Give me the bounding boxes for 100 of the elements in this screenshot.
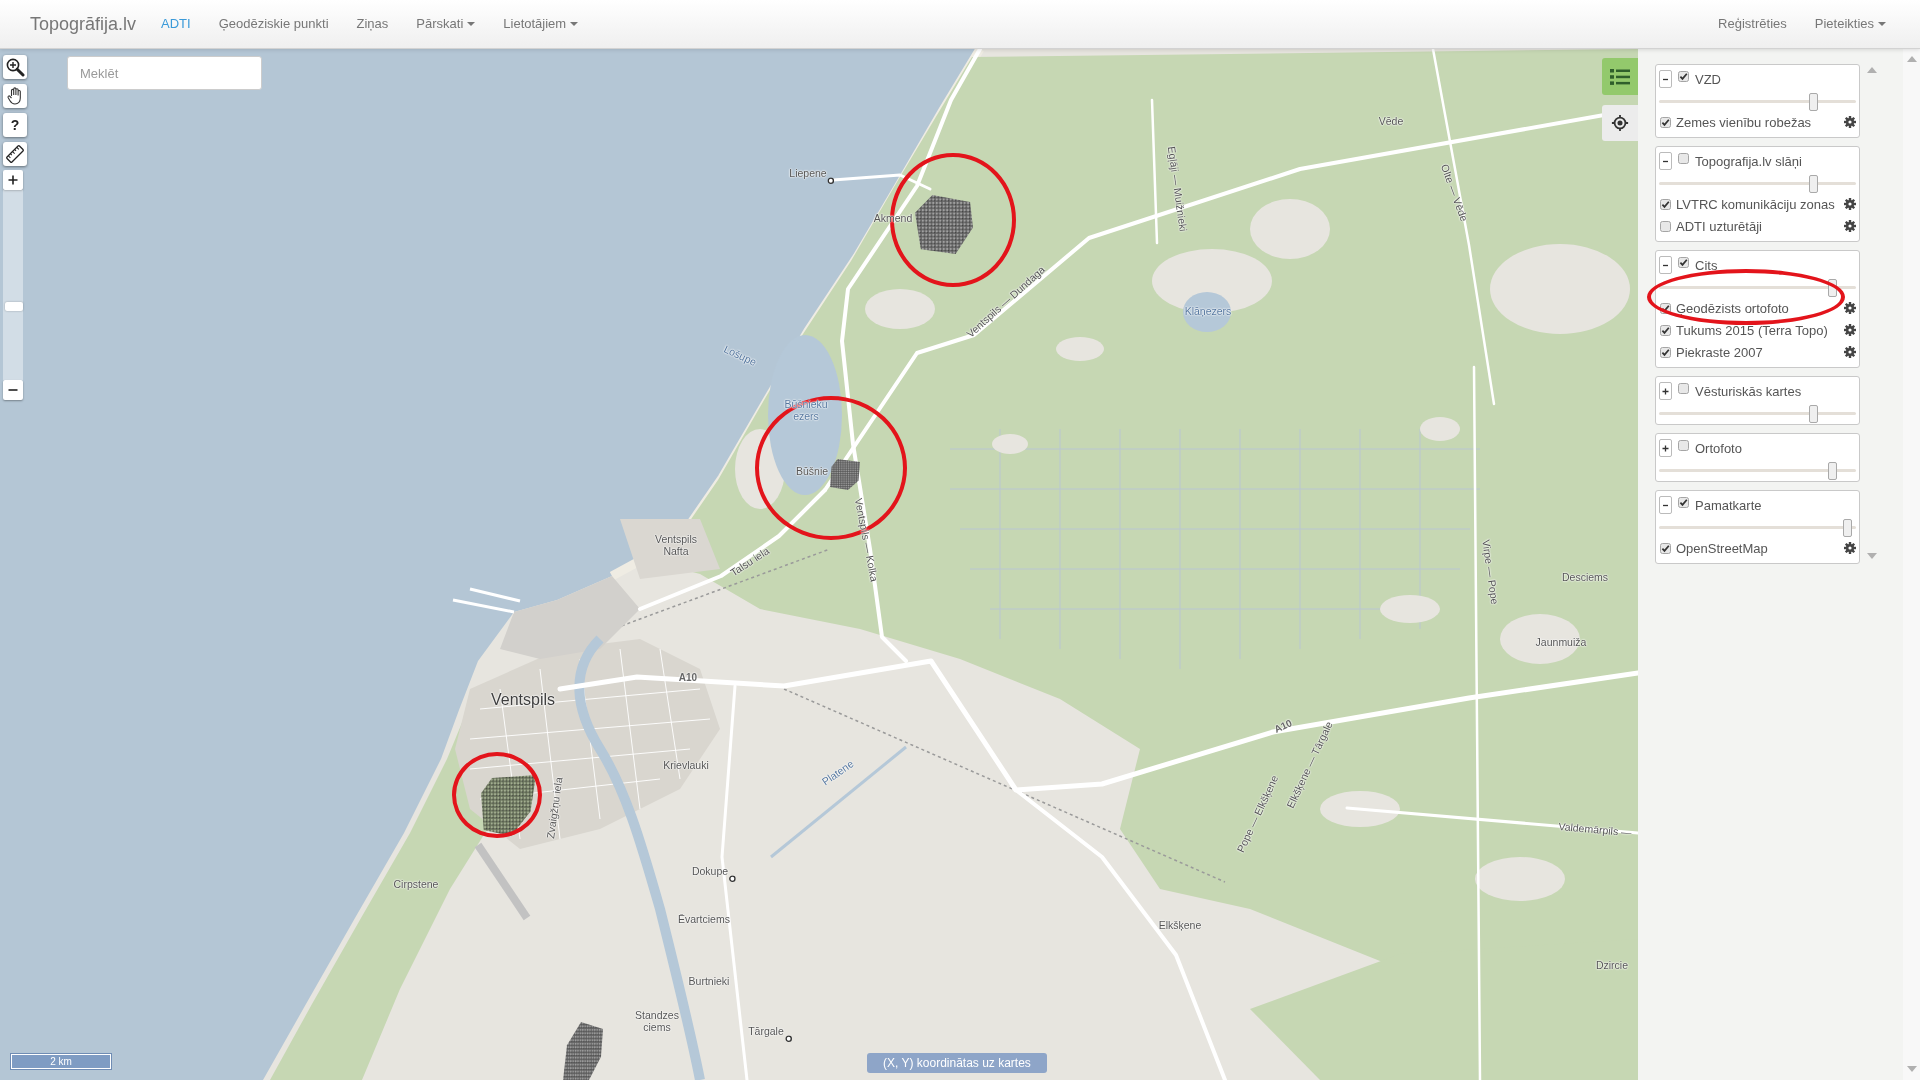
slider-thumb[interactable] [1828, 462, 1838, 480]
checkbox[interactable] [1678, 497, 1689, 508]
slider-thumb[interactable] [1809, 405, 1819, 423]
zoom-out-button[interactable] [3, 380, 23, 400]
map-label: Ventspils Nafta [654, 534, 698, 558]
plus-icon [1662, 387, 1669, 395]
gear-icon[interactable] [1844, 116, 1856, 128]
checkbox[interactable] [1660, 302, 1671, 314]
layer-group-title: Ortofoto [1695, 440, 1742, 456]
map-label: Dzircie [1595, 960, 1629, 972]
gear-icon[interactable] [1844, 346, 1856, 358]
help-button[interactable]: ? [3, 113, 27, 137]
nav-menu[interactable]: Pārskati [402, 0, 490, 48]
ruler-icon [5, 144, 25, 164]
collapse-button[interactable] [1659, 382, 1672, 400]
brand-link[interactable]: Topogrāfija.lv [30, 13, 137, 35]
locate-button[interactable] [1602, 105, 1638, 141]
plus-icon [1662, 444, 1669, 452]
checkbox[interactable] [1660, 220, 1671, 232]
orthophoto-patch [915, 195, 973, 254]
magnifier-plus-icon [5, 57, 25, 77]
slider-thumb[interactable] [1843, 519, 1853, 537]
checkbox[interactable] [1660, 542, 1671, 554]
layer-group-title: Pamatkarte [1695, 497, 1762, 513]
gear-icon[interactable] [1844, 324, 1856, 336]
target-icon [1611, 114, 1629, 132]
collapse-button[interactable] [1659, 439, 1672, 457]
checkbox[interactable] [1678, 257, 1689, 268]
layer-group-title: Topografija.lv slāņi [1695, 153, 1802, 169]
checkbox[interactable] [1678, 440, 1689, 451]
opacity-slider[interactable] [1659, 175, 1856, 193]
map-label: Būšnie [795, 466, 829, 478]
nav-link[interactable]: Ziņas [342, 0, 403, 48]
map-label: Ventspils [491, 691, 555, 709]
gear-icon[interactable] [1844, 542, 1856, 554]
map-label: Talsu iela [728, 545, 772, 579]
zoom-box-button[interactable] [3, 55, 27, 79]
map-label: Olte — Vēde [1438, 162, 1470, 224]
checkbox[interactable] [1660, 116, 1671, 128]
slider-thumb[interactable] [5, 302, 23, 312]
map-label: Desciems [1561, 572, 1609, 584]
map-label: Standzes ciems [634, 1010, 680, 1034]
nav-link[interactable]: ADTI [147, 0, 205, 48]
clearing-area [1420, 417, 1460, 441]
slider-thumb[interactable] [1809, 175, 1819, 193]
clearing-area [1056, 337, 1104, 361]
checkbox[interactable] [1660, 324, 1671, 336]
layer-name: Tukums 2015 (Terra Topo) [1676, 322, 1828, 338]
layer-name: Zemes vienību robežas [1676, 114, 1812, 130]
layer-group-title: VZD [1695, 71, 1721, 87]
layer-name: OpenStreetMap [1676, 540, 1768, 556]
checkbox[interactable] [1678, 383, 1689, 394]
opacity-slider[interactable] [1659, 279, 1856, 297]
pan-button[interactable] [3, 84, 27, 108]
opacity-slider[interactable] [1659, 93, 1856, 111]
orthophoto-patch [830, 459, 860, 490]
gear-icon[interactable] [1844, 302, 1856, 314]
map-label: Dokupe [691, 866, 729, 878]
pier-line [469, 587, 521, 603]
nav-menu[interactable]: Lietotājiem [489, 0, 593, 48]
checkbox[interactable] [1678, 71, 1689, 82]
checkbox[interactable] [1678, 153, 1689, 164]
opacity-slider[interactable] [1659, 405, 1856, 423]
slider-thumb[interactable] [1809, 93, 1819, 111]
map-label: Elkšķene [1158, 920, 1202, 932]
clearing-area [1380, 595, 1440, 623]
layer-group-title: Cits [1695, 257, 1718, 273]
orthophoto-patch [481, 775, 536, 836]
zoom-in-button[interactable] [3, 170, 23, 190]
map-label: Virpe — Pope [1479, 538, 1501, 606]
place-dot-icon [729, 874, 737, 882]
checkbox[interactable] [1660, 198, 1671, 210]
nav-menu[interactable]: Pieteikties [1800, 0, 1900, 48]
map-label: Egļāji — Muižnieki [1165, 145, 1189, 233]
nav-link[interactable]: Reģistrēties [1704, 0, 1801, 48]
checkbox[interactable] [1660, 346, 1671, 358]
layer-name: Ģeodēzists ortofoto [1676, 300, 1789, 316]
map-label: Valdemārpils — [1557, 821, 1633, 839]
layers-button[interactable] [1602, 58, 1638, 95]
opacity-slider[interactable] [1659, 519, 1856, 537]
gear-icon[interactable] [1844, 220, 1856, 232]
search-field[interactable]: Meklēt [67, 56, 262, 90]
map-label: Liepene [789, 168, 827, 180]
measure-button[interactable] [3, 142, 27, 166]
layer-name: ADTI uzturētāji [1676, 218, 1762, 234]
zoom-slider[interactable] [3, 190, 23, 380]
clearing-area [865, 289, 935, 329]
nav-link[interactable]: Ģeodēziskie punkti [204, 0, 343, 48]
map-label: Tārgale [748, 1026, 784, 1038]
map-label: Cirpstene [393, 879, 439, 891]
road-number-label: A10 [678, 671, 698, 683]
slider-thumb[interactable] [1828, 279, 1838, 297]
layer-name: Piekraste 2007 [1676, 344, 1763, 360]
map-label: Burtnieki [688, 976, 730, 988]
gear-icon[interactable] [1844, 198, 1856, 210]
opacity-slider[interactable] [1659, 462, 1856, 480]
scale-bar: 2 km [10, 1053, 112, 1070]
map-label: Klāņezers [1184, 306, 1232, 318]
lake-area [1183, 292, 1231, 332]
map-label: Krievlauki [663, 760, 709, 772]
